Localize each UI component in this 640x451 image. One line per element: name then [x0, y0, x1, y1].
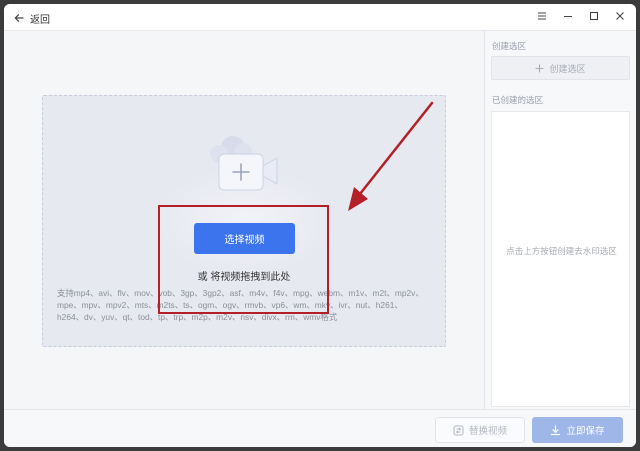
back-button[interactable]: 返回: [14, 10, 50, 26]
main-area: 选择视频 或 将视频拖拽到此处 支持mp4、avi、flv、mov、vob、3g…: [4, 31, 484, 409]
save-now-label: 立即保存: [566, 426, 605, 437]
titlebar: 返回: [4, 4, 636, 31]
annotation-highlight-box: [158, 205, 329, 314]
bottom-toolbar: 替换视频 立即保存: [4, 409, 636, 447]
region-sidebar: 创建选区 创建选区 已创建的选区 点击上方按钮创建去水印选区: [484, 31, 636, 409]
maximize-icon[interactable]: [588, 10, 600, 22]
arrow-left-icon: [14, 14, 24, 22]
plus-icon: [535, 64, 544, 72]
window-controls: [536, 10, 626, 22]
download-icon: [551, 424, 561, 435]
save-now-button[interactable]: 立即保存: [532, 417, 623, 443]
created-regions-label: 已创建的选区: [492, 95, 544, 105]
add-video-camera-icon: [210, 136, 278, 191]
empty-regions-hint: 点击上方按钮创建去水印选区: [506, 246, 617, 256]
created-regions-list: 点击上方按钮创建去水印选区: [491, 111, 630, 407]
create-region-button-label: 创建选区: [549, 63, 586, 74]
swap-icon: [453, 425, 464, 435]
app-window: 返回 选择视频 或 将视频拖拽到此处 支持mp4、avi、flv、mov、vob…: [4, 4, 636, 447]
replace-video-label: 替换视频: [468, 426, 507, 437]
create-region-button[interactable]: 创建选区: [491, 56, 630, 80]
create-region-label: 创建选区: [492, 41, 527, 51]
close-icon[interactable]: [614, 10, 626, 22]
back-label: 返回: [30, 14, 50, 26]
minimize-icon[interactable]: [562, 10, 574, 22]
menu-icon[interactable]: [536, 10, 548, 22]
replace-video-button[interactable]: 替换视频: [435, 417, 525, 443]
